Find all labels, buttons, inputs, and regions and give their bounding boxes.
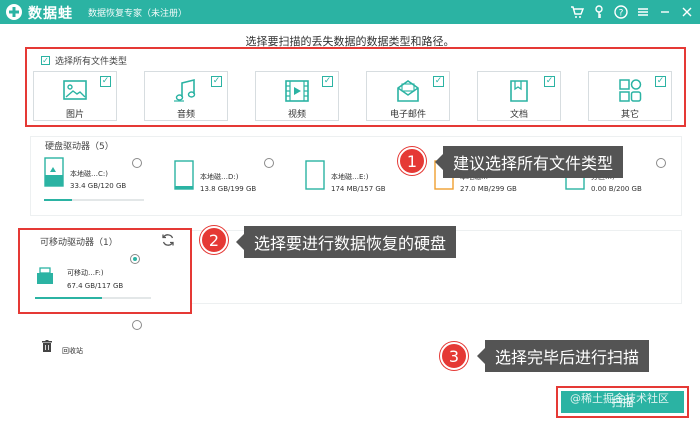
file-types-panel: ✓ 选择所有文件类型 ✓ 图片 ✓ 音频 ✓ 视频 ✓ 电子邮件 ✓ 文档 ✓ …	[25, 47, 686, 127]
email-icon	[397, 80, 419, 102]
recycle-bin-label: 回收站	[62, 347, 83, 355]
drive-f-radio[interactable]	[130, 254, 140, 264]
select-all-label: 选择所有文件类型	[55, 57, 128, 67]
app-brand: 数据蛙	[28, 6, 73, 22]
drive-d[interactable]: 本地磁…D:) 13.8 GB/199 GB	[174, 160, 294, 210]
audio-checkbox[interactable]: ✓	[211, 76, 222, 87]
recycle-bin-icon[interactable]	[42, 340, 52, 352]
drive-name: 本地磁…C:)	[70, 170, 108, 178]
file-type-label: 视频	[287, 110, 306, 120]
file-type-list: ✓ 图片 ✓ 音频 ✓ 视频 ✓ 电子邮件 ✓ 文档 ✓ 其它	[33, 71, 672, 121]
drive-c-radio[interactable]	[132, 158, 142, 168]
callout-number-1: 1	[398, 147, 426, 175]
app-logo-icon	[6, 4, 22, 20]
file-type-label: 文档	[509, 110, 528, 120]
disk-icon	[174, 160, 194, 190]
file-type-picture[interactable]: ✓ 图片	[33, 71, 117, 121]
drive-d-radio[interactable]	[264, 158, 274, 168]
file-type-label: 音频	[176, 110, 195, 120]
svg-text:?: ?	[619, 9, 624, 19]
select-all-types[interactable]: ✓ 选择所有文件类型	[41, 54, 127, 67]
picture-icon	[63, 80, 87, 100]
help-icon[interactable]: ?	[612, 3, 630, 21]
disk-icon	[44, 157, 64, 187]
cart-icon[interactable]	[568, 3, 586, 21]
other-icon	[619, 79, 642, 102]
watermark: @稀土掘金技术社区	[570, 392, 669, 405]
file-type-label: 电子邮件	[389, 110, 426, 120]
file-type-document[interactable]: ✓ 文档	[477, 71, 561, 121]
file-type-email[interactable]: ✓ 电子邮件	[366, 71, 450, 121]
file-type-other[interactable]: ✓ 其它	[588, 71, 672, 121]
drive-name: 可移动…F:)	[67, 269, 104, 277]
email-checkbox[interactable]: ✓	[433, 76, 444, 87]
removable-drive-title: 可移动驱动器（1）	[40, 238, 118, 248]
disk-icon	[305, 160, 325, 190]
document-checkbox[interactable]: ✓	[544, 76, 555, 87]
title-bar: 数据蛙 数据恢复专家（未注册） ?	[0, 0, 700, 24]
callout-2: 选择要进行数据恢复的硬盘	[235, 226, 457, 258]
file-type-audio[interactable]: ✓ 音频	[144, 71, 228, 121]
callout-number-2: 2	[200, 226, 228, 254]
drive-size: 0.00 B/200 GB	[591, 185, 642, 193]
menu-icon[interactable]	[634, 3, 652, 21]
drive-usage-bar	[44, 199, 144, 201]
callout-number-3: 3	[440, 342, 468, 370]
callout-1: 建议选择所有文件类型	[434, 146, 624, 178]
refresh-icon[interactable]	[161, 233, 175, 247]
drive-f[interactable]: 可移动…F:) 67.4 GB/117 GB	[35, 262, 155, 312]
picture-checkbox[interactable]: ✓	[100, 76, 111, 87]
app-subtitle: 数据恢复专家（未注册）	[88, 9, 188, 19]
file-type-label: 其它	[620, 110, 639, 120]
video-checkbox[interactable]: ✓	[322, 76, 333, 87]
recycle-bin-radio[interactable]	[132, 320, 142, 330]
drive-size: 67.4 GB/117 GB	[67, 282, 124, 290]
callout-3: 选择完毕后进行扫描	[476, 340, 650, 372]
drive-name: 本地磁…E:)	[331, 173, 369, 181]
drive-c[interactable]: 本地磁…C:) 33.4 GB/120 GB	[44, 157, 164, 207]
drive-name: 本地磁…D:)	[200, 173, 239, 181]
drive-size: 13.8 GB/199 GB	[200, 185, 257, 193]
document-icon	[510, 80, 528, 102]
close-icon[interactable]	[678, 3, 696, 21]
key-icon[interactable]	[590, 3, 608, 21]
minimize-icon[interactable]	[656, 3, 674, 21]
drive-5-radio[interactable]	[656, 158, 666, 168]
drive-size: 27.0 MB/299 GB	[460, 185, 517, 193]
titlebar-controls: ?	[568, 3, 696, 21]
file-type-label: 图片	[65, 110, 84, 120]
file-type-video[interactable]: ✓ 视频	[255, 71, 339, 121]
other-checkbox[interactable]: ✓	[655, 76, 666, 87]
music-icon	[174, 78, 196, 102]
select-all-checkbox[interactable]: ✓	[41, 56, 50, 65]
video-icon	[285, 80, 309, 102]
drive-size: 33.4 GB/120 GB	[70, 182, 127, 190]
drive-usage-bar	[35, 297, 151, 299]
usb-drive-icon	[37, 267, 53, 284]
drive-size: 174 MB/157 GB	[331, 185, 386, 193]
hard-drive-title: 硬盘驱动器（5）	[45, 142, 114, 152]
